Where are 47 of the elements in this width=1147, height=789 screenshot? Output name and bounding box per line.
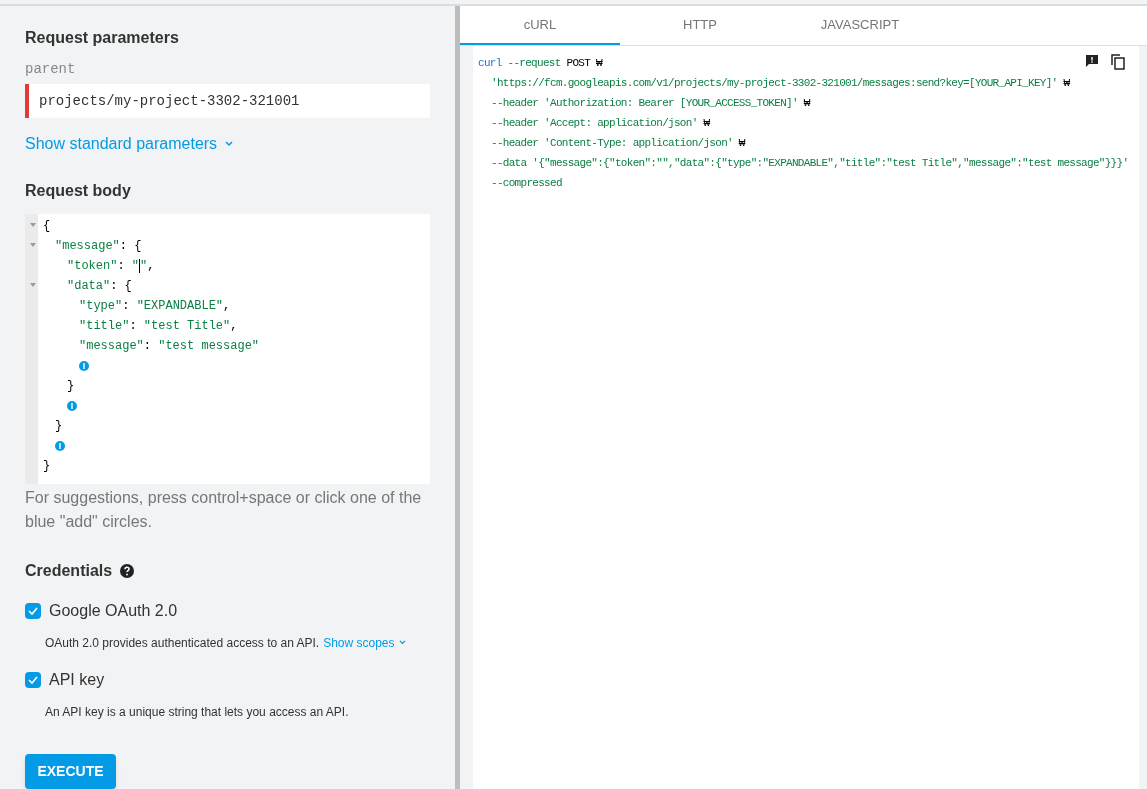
add-circle-icon[interactable] — [55, 441, 65, 452]
copy-icon[interactable] — [1111, 54, 1125, 70]
code-line: "title": "test Title", — [79, 318, 238, 336]
help-icon[interactable] — [120, 563, 135, 578]
fold-arrow-icon[interactable] — [30, 243, 36, 248]
field-label: parent — [25, 60, 77, 79]
code-line: "message": "test message" — [79, 338, 260, 356]
code-line: "type": "EXPANDABLE", — [79, 298, 231, 316]
code-line: "message": { — [55, 238, 142, 256]
execute-button[interactable]: EXECUTE — [25, 753, 116, 789]
code-line: } — [67, 378, 75, 396]
code-line: curl --request POST ₩ — [478, 55, 602, 71]
code-line: 'https://fcm.googleapis.com/v1/projects/my-project-3302-321001/messages:send?key=[YOUR_API_KEY]' ₩ — [491, 75, 1070, 91]
section-title: Credentials — [25, 560, 113, 581]
editor-hint: For suggestions, press control+space or click one of the blue "add" circles. — [25, 487, 423, 532]
show-scopes-link[interactable]: Show scopes — [323, 633, 406, 652]
code-line: --data '{"message":{"token":"","data":{"type":"EXPANDABLE","title":"test Title","message":"test message"}}}' — [491, 155, 1129, 171]
code-line: --header 'Content-Type: application/json' ₩ — [491, 135, 745, 151]
checkbox[interactable] — [25, 671, 41, 688]
code-line: { — [43, 218, 51, 236]
checkbox-label: Google OAuth 2.0 — [49, 600, 178, 621]
checkbox-label: API key — [49, 669, 105, 690]
code-line: --header 'Accept: application/json' ₩ — [491, 115, 710, 131]
code-line: "data": { — [67, 278, 132, 296]
json-editor[interactable]: { "message": { "token": "", "data": { "type": "EXPANDABLE", "title": "test Title", "message": "test message" } } } — [25, 214, 430, 484]
add-circle-icon[interactable] — [79, 361, 89, 372]
credential-description: OAuth 2.0 provides authenticated access to an API. — [45, 634, 320, 652]
checkbox[interactable] — [25, 602, 41, 619]
credential-description: An API key is a unique string that lets you access an API. — [45, 703, 349, 721]
feedback-icon[interactable] — [1085, 54, 1099, 68]
code-line: --compressed — [491, 175, 562, 191]
code-line: } — [43, 458, 51, 476]
code-line: --header 'Authorization: Bearer [YOUR_ACCESS_TOKEN]' ₩ — [491, 95, 810, 111]
tab[interactable]: HTTP — [620, 6, 780, 45]
parent-field[interactable]: projects/my-project-3302-321001 — [25, 84, 430, 119]
chevron-down-icon — [398, 640, 406, 646]
code-line: } — [55, 418, 63, 436]
section-title: Request parameters — [25, 28, 180, 48]
tab[interactable]: JAVASCRIPT — [780, 6, 940, 45]
tab[interactable]: cURL — [460, 6, 620, 45]
chevron-down-icon — [225, 141, 234, 148]
fold-arrow-icon[interactable] — [30, 283, 36, 288]
section-title: Request body — [25, 181, 132, 202]
code-line: "token": "", — [67, 258, 155, 276]
fold-arrow-icon[interactable] — [30, 223, 36, 228]
show-standard-parameters-link[interactable]: Show standard parameters — [25, 132, 430, 157]
add-circle-icon[interactable] — [67, 401, 77, 412]
